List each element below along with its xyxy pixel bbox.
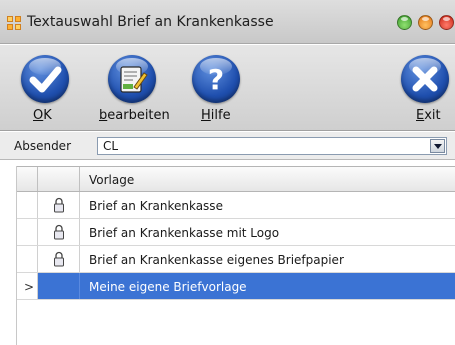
help-button[interactable]: ? Hilfe (187, 45, 247, 131)
locked-document-icon (54, 224, 64, 240)
chevron-down-icon[interactable] (430, 139, 445, 153)
sender-value: CL (103, 139, 119, 153)
svg-text:?: ? (208, 63, 224, 96)
sender-label: Absender (14, 139, 71, 153)
check-icon (21, 55, 69, 103)
ok-label-rest: K (43, 108, 52, 123)
exit-label-rest: xit (424, 108, 441, 123)
window-title: Textauswahl Brief an Krankenkasse (27, 14, 274, 30)
locked-document-icon (54, 251, 64, 267)
locked-document-icon (54, 197, 64, 213)
sender-row: Absender CL (0, 132, 455, 160)
header-icon-cell (38, 167, 80, 191)
left-gutter (0, 166, 17, 345)
edit-document-icon (108, 55, 156, 103)
close-icon (401, 55, 449, 103)
table-row[interactable]: Brief an Krankenkasse (17, 192, 455, 219)
ok-hotkey: O (33, 108, 44, 123)
edit-button[interactable]: bearbeiten (95, 45, 185, 131)
grid-header: Vorlage (17, 166, 455, 192)
app-grid-icon (7, 16, 21, 30)
close-window-button[interactable] (439, 15, 454, 30)
ok-button[interactable]: OK (0, 45, 90, 131)
help-icon: ? (192, 55, 240, 103)
exit-button[interactable]: Exit (390, 45, 455, 131)
title-bar: Textauswahl Brief an Krankenkasse (0, 0, 455, 44)
help-label-rest: ilfe (210, 108, 231, 123)
help-hotkey: H (201, 108, 211, 123)
edit-label-rest: earbeiten (107, 108, 170, 123)
current-row-indicator: > (24, 280, 35, 294)
table-row-selected[interactable]: > Meine eigene Briefvorlage (17, 273, 455, 300)
row-template-name: Brief an Krankenkasse mit Logo (89, 226, 280, 240)
sender-select[interactable]: CL (97, 137, 447, 155)
exit-hotkey: E (416, 108, 425, 123)
minimize-button[interactable] (418, 15, 433, 30)
table-row[interactable]: Brief an Krankenkasse eigenes Briefpapie… (17, 246, 455, 273)
template-grid: Vorlage Brief an Krankenkasse Brief an K… (17, 166, 455, 300)
toolbar: OK bearbeiten ? Hilfe Exit (0, 45, 455, 131)
row-template-name: Brief an Krankenkasse eigenes Briefpapie… (89, 253, 344, 267)
row-template-name: Brief an Krankenkasse (89, 199, 223, 213)
table-row[interactable]: Brief an Krankenkasse mit Logo (17, 219, 455, 246)
column-header-template[interactable]: Vorlage (89, 173, 134, 187)
row-template-name: Meine eigene Briefvorlage (89, 280, 247, 294)
header-indicator-cell (17, 167, 38, 191)
maximize-button[interactable] (397, 15, 412, 30)
